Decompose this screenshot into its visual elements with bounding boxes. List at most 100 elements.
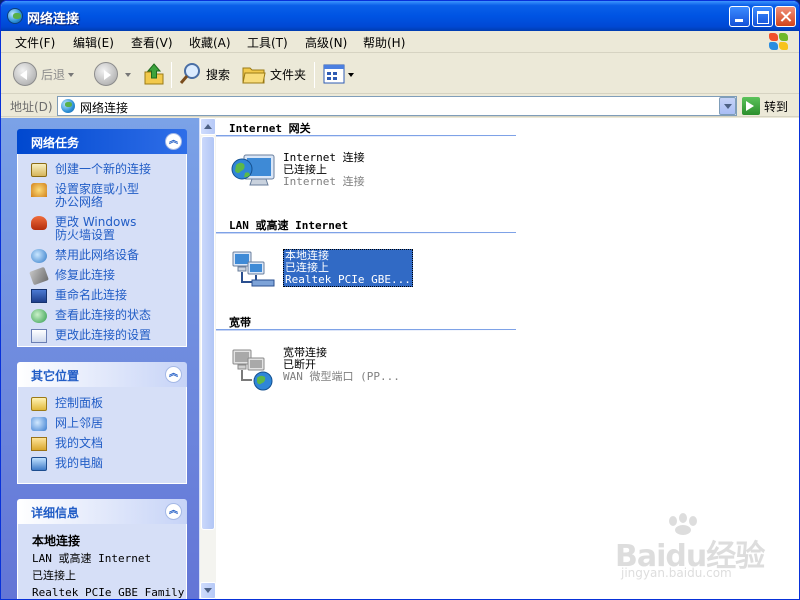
- group-internet-gateway: Internet 网关: [216, 120, 516, 137]
- back-label: 后退: [41, 67, 66, 82]
- go-arrow-icon: [742, 97, 760, 115]
- chevron-down-icon: [125, 72, 131, 80]
- other-places-list: 控制面板 网上邻居 我的文档 我的电脑: [17, 387, 187, 484]
- connection-local-area[interactable]: 本地连接 已连接上 Realtek PCIe GBE...: [230, 246, 430, 296]
- up-folder-icon: [144, 63, 164, 85]
- firewall-icon: [31, 216, 47, 230]
- group-lan: LAN 或高速 Internet: [216, 217, 516, 234]
- go-button[interactable]: 转到: [742, 97, 788, 115]
- status-icon: [31, 309, 47, 323]
- close-button[interactable]: [775, 6, 796, 27]
- details-title: 详细信息: [31, 506, 80, 520]
- task-rename-connection[interactable]: 重命名此连接: [18, 289, 186, 303]
- broadband-connection-icon: [232, 349, 273, 391]
- details-device: Realtek PCIe GBE Family: [32, 586, 185, 599]
- menu-edit[interactable]: 编辑(E): [71, 34, 116, 51]
- task-home-network[interactable]: 设置家庭或小型办公网络: [18, 183, 148, 209]
- place-my-computer[interactable]: 我的电脑: [18, 457, 186, 471]
- scroll-thumb[interactable]: [201, 136, 215, 530]
- internet-connection-icon: [231, 154, 275, 186]
- other-places-header[interactable]: 其它位置 ︽: [17, 362, 187, 387]
- task-change-settings[interactable]: 更改此连接的设置: [18, 329, 186, 343]
- chevron-down-icon: [68, 72, 75, 80]
- place-network-places[interactable]: 网上邻居: [18, 417, 186, 431]
- place-my-documents[interactable]: 我的文档: [18, 437, 186, 451]
- connection-broadband[interactable]: 宽带连接 已断开 WAN 微型端口 (PP...: [230, 344, 430, 394]
- task-repair-connection[interactable]: 修复此连接: [18, 266, 186, 286]
- address-input[interactable]: 网络连接: [57, 96, 737, 116]
- toolbar: 后退 搜索 文件夹: [1, 54, 799, 94]
- maximize-button[interactable]: [752, 6, 773, 27]
- task-disable-device[interactable]: 禁用此网络设备: [18, 249, 186, 263]
- menu-advanced[interactable]: 高级(N): [303, 34, 349, 51]
- connection-device: Internet 连接: [283, 175, 365, 188]
- details-body: 本地连接 LAN 或高速 Internet 已连接上 Realtek PCIe …: [17, 524, 187, 599]
- group-title: 宽带: [229, 316, 251, 329]
- task-view-status[interactable]: 查看此连接的状态: [18, 309, 186, 323]
- collapse-chevron-icon[interactable]: ︽: [165, 503, 182, 520]
- disable-device-icon: [31, 249, 47, 263]
- connection-device: WAN 微型端口 (PP...: [283, 370, 400, 383]
- chevron-down-icon: [348, 72, 354, 80]
- folders-button[interactable]: 文件夹: [242, 60, 306, 88]
- menu-bar: 文件(F) 编辑(E) 查看(V) 收藏(A) 工具(T) 高级(N) 帮助(H…: [1, 31, 799, 53]
- details-panel: 详细信息 ︽ 本地连接 LAN 或高速 Internet 已连接上 Realte…: [17, 499, 187, 599]
- collapse-chevron-icon[interactable]: ︽: [165, 366, 182, 383]
- back-arrow-icon: [13, 62, 37, 86]
- window-title: 网络连接: [27, 12, 80, 27]
- folder-icon: [242, 67, 266, 84]
- minimize-button[interactable]: [729, 6, 750, 27]
- forward-arrow-icon: [94, 62, 118, 86]
- settings-checklist-icon: [31, 329, 47, 343]
- details-header[interactable]: 详细信息 ︽: [17, 499, 187, 524]
- lan-connection-icon: [232, 251, 275, 287]
- details-type: LAN 或高速 Internet: [32, 552, 152, 565]
- search-button[interactable]: 搜索: [179, 60, 230, 88]
- toolbar-separator: [171, 62, 172, 88]
- search-icon: [179, 63, 200, 84]
- task-pane: 网络任务 ︽ 创建一个新的连接 设置家庭或小型办公网络 更改 Windows 防…: [1, 118, 201, 599]
- rename-icon: [31, 289, 47, 303]
- network-tasks-list: 创建一个新的连接 设置家庭或小型办公网络 更改 Windows 防火墙设置 禁用…: [17, 154, 187, 347]
- group-title: Internet 网关: [229, 122, 311, 135]
- connection-device: Realtek PCIe GBE...: [285, 273, 411, 286]
- scroll-up-button[interactable]: [200, 118, 216, 135]
- task-pane-scrollbar[interactable]: [199, 118, 216, 599]
- collapse-chevron-icon[interactable]: ︽: [165, 133, 182, 150]
- repair-wrench-icon: [29, 266, 49, 286]
- details-name: 本地连接: [32, 534, 81, 548]
- up-folder-button[interactable]: [143, 60, 165, 88]
- menu-help[interactable]: 帮助(H): [361, 34, 407, 51]
- network-connections-window: 网络连接 文件(F) 编辑(E) 查看(V) 收藏(A) 工具(T) 高级(N)…: [0, 0, 800, 600]
- title-bar[interactable]: 网络连接: [1, 1, 799, 31]
- scroll-down-button[interactable]: [200, 582, 216, 599]
- home-network-icon: [31, 183, 47, 197]
- views-grid-icon: [323, 64, 345, 84]
- menu-view[interactable]: 查看(V): [129, 34, 175, 51]
- menu-favorites[interactable]: 收藏(A): [187, 34, 233, 51]
- details-status: 已连接上: [32, 569, 76, 582]
- group-broadband: 宽带: [216, 314, 516, 331]
- network-tasks-header[interactable]: 网络任务 ︽: [17, 129, 187, 154]
- back-button[interactable]: 后退: [13, 60, 75, 88]
- menu-file[interactable]: 文件(F): [13, 34, 57, 51]
- windows-logo-icon: [766, 32, 790, 52]
- task-firewall-settings[interactable]: 更改 Windows 防火墙设置: [18, 216, 148, 242]
- address-dropdown-button[interactable]: [719, 97, 736, 115]
- connection-internet[interactable]: Internet 连接 已连接上 Internet 连接: [230, 149, 430, 199]
- task-create-connection[interactable]: 创建一个新的连接: [18, 163, 186, 177]
- network-globe-icon: [61, 99, 75, 113]
- network-tasks-panel: 网络任务 ︽ 创建一个新的连接 设置家庭或小型办公网络 更改 Windows 防…: [17, 129, 187, 347]
- control-panel-icon: [31, 397, 47, 411]
- views-button[interactable]: [323, 60, 354, 88]
- address-value: 网络连接: [80, 101, 129, 115]
- network-places-icon: [31, 417, 47, 431]
- address-bar: 地址(D) 网络连接: [1, 95, 799, 117]
- forward-button[interactable]: [94, 60, 131, 88]
- search-label: 搜索: [206, 67, 231, 82]
- place-control-panel[interactable]: 控制面板: [18, 397, 186, 411]
- menu-tools[interactable]: 工具(T): [245, 34, 290, 51]
- toolbar-separator: [314, 62, 315, 88]
- watermark-url: jingyan.baidu.com: [621, 566, 732, 580]
- group-title: LAN 或高速 Internet: [229, 219, 349, 232]
